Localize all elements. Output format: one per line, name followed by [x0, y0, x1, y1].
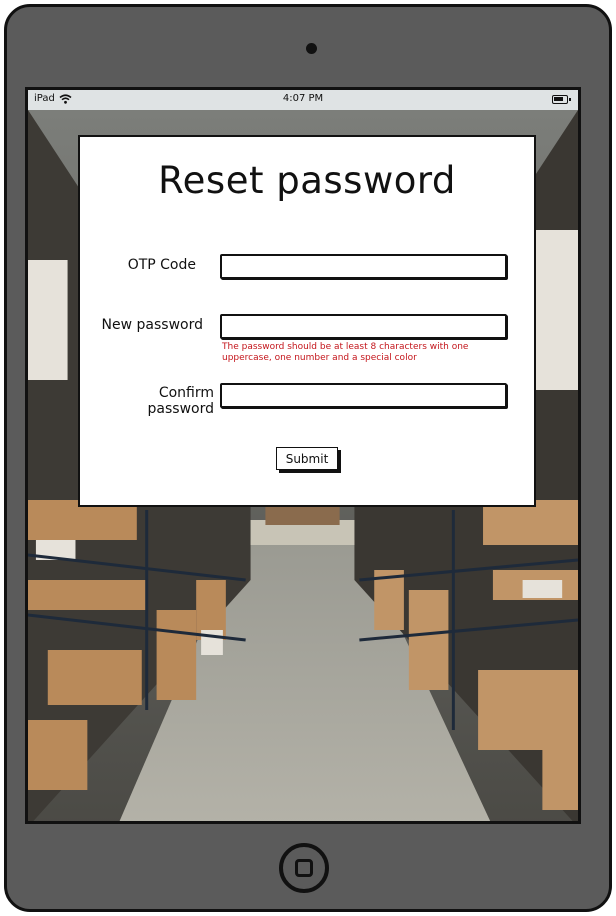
password-requirements-hint: The password should be at least 8 charac…: [222, 342, 469, 363]
otp-code-input[interactable]: [220, 254, 507, 279]
new-password-input[interactable]: [220, 314, 507, 339]
confirm-password-label: Confirm password: [147, 385, 214, 417]
confirm-password-input[interactable]: [220, 383, 507, 408]
status-time: 4:07 PM: [282, 93, 324, 104]
submit-button[interactable]: Submit: [276, 447, 338, 470]
page-title: Reset password: [158, 159, 456, 202]
tablet-screen: iPad 4:07 PM Reset password OTP Code New…: [25, 87, 581, 824]
new-password-label: New password: [101, 317, 203, 333]
otp-code-label: OTP Code: [127, 257, 196, 273]
reset-password-card: Reset password OTP Code New password The…: [78, 135, 536, 507]
home-button-icon[interactable]: [279, 843, 329, 893]
camera-icon: [306, 43, 317, 54]
status-bar: iPad 4:07 PM: [28, 90, 578, 110]
battery-icon: [552, 95, 571, 104]
